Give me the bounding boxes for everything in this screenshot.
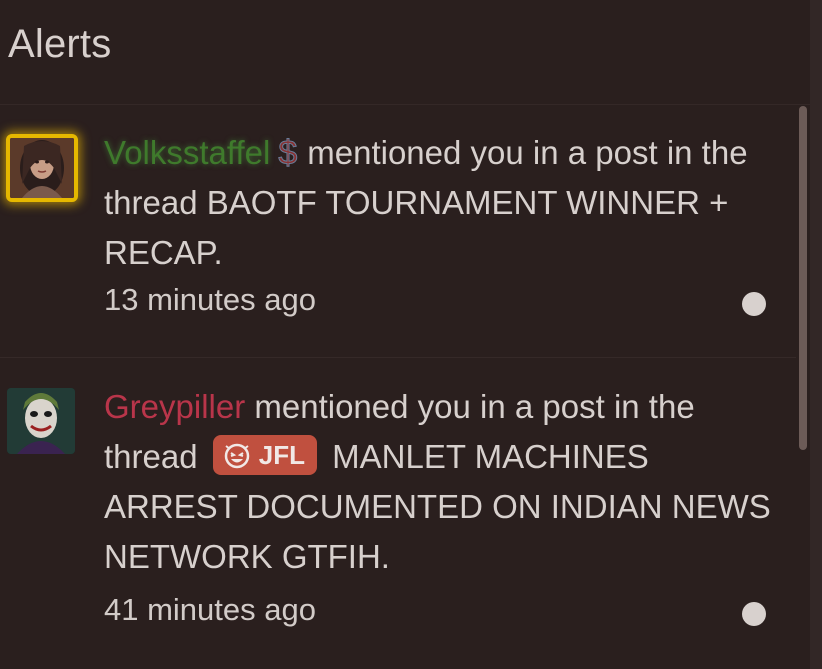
scrollbar-thumb[interactable]	[799, 106, 807, 450]
username-link[interactable]: Greypiller	[104, 388, 245, 425]
alert-timestamp: 41 minutes ago	[104, 592, 316, 627]
unread-indicator[interactable]	[742, 292, 766, 316]
laughing-emoji-icon	[224, 443, 249, 469]
alert-item[interactable]: Volksstaffel $ mentioned you in a post in …	[0, 104, 796, 358]
alert-timestamp: 13 minutes ago	[104, 282, 316, 317]
panel-edge	[810, 0, 822, 669]
avatar-image	[7, 388, 75, 454]
alerts-list: Volksstaffel $ mentioned you in a post in …	[0, 104, 810, 669]
avatar[interactable]	[6, 134, 78, 202]
alert-text: Greypiller mentioned you in a post in th…	[104, 382, 774, 582]
alert-text: Volksstaffel $ mentioned you in a post in …	[104, 128, 764, 278]
page-title: Alerts	[8, 22, 112, 66]
avatar[interactable]	[7, 388, 75, 454]
thread-prefix-label: JFL	[258, 440, 305, 470]
alerts-header: Alerts	[0, 0, 822, 105]
dollar-icon: $	[278, 134, 298, 173]
thread-prefix-badge: JFL	[212, 435, 317, 475]
alert-item[interactable]: Greypiller mentioned you in a post in th…	[0, 358, 796, 669]
username-link[interactable]: Volksstaffel	[104, 134, 270, 171]
avatar-image	[10, 138, 74, 198]
unread-indicator[interactable]	[742, 602, 766, 626]
thread-title[interactable]: MANLET MACHINES ARREST DOCUMENTED ON IND…	[104, 438, 771, 575]
scrollbar[interactable]	[796, 106, 810, 669]
